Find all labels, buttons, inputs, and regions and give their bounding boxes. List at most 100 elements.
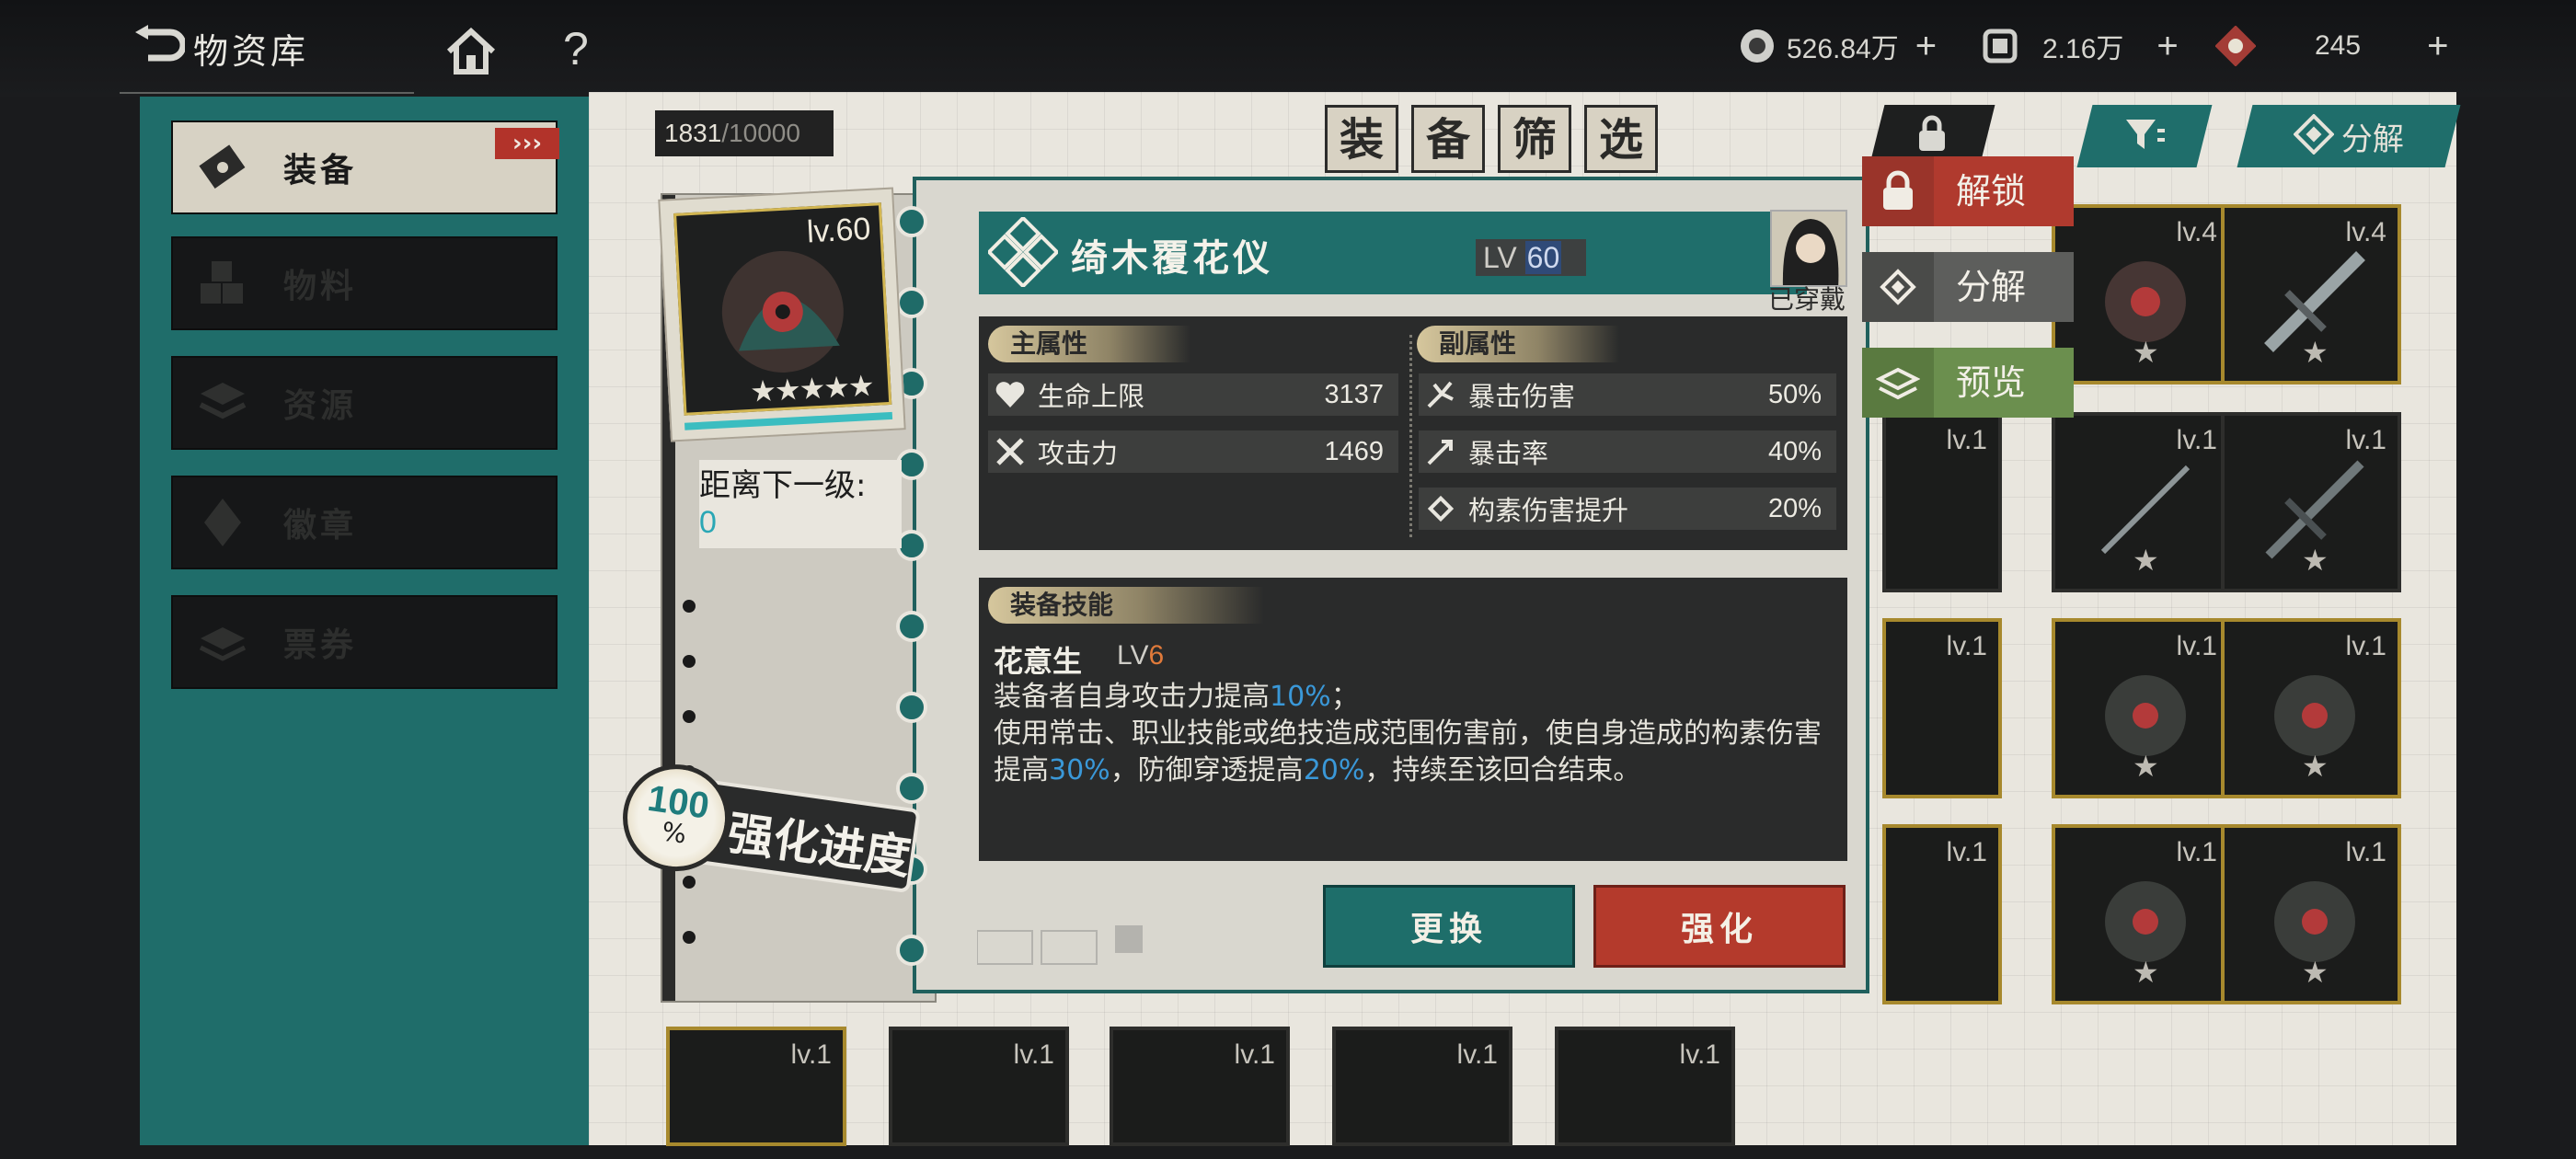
card-level: lv.1 [1013,1039,1054,1070]
help-button[interactable]: ? [563,22,589,75]
sub-attr-row: 暴击率 40% [1419,430,1836,473]
attr-name: 暴击率 [1468,438,1549,469]
sub-attr-row: 构素伤害提升 20% [1419,488,1836,530]
crystal-icon [2215,26,2256,66]
equipment-card[interactable]: lv.1 [1882,412,2002,592]
skill-description: 装备者自身攻击力提高10%； 使用常击、职业技能或绝技造成范围伤害前，使自身造成… [994,679,1840,789]
sidebar-item-label: 徽章 [283,506,358,545]
sidebar-item-materials[interactable]: 物料 [171,236,558,330]
set-emblem-icon [986,215,1060,289]
attr-value: 1469 [1324,436,1384,466]
skill-section-title: 装备技能 [988,587,1264,624]
star-icon: ★ [2302,955,2329,990]
level-prefix: LV [1483,241,1517,274]
equipment-card[interactable]: lv.1 ★ [2052,412,2232,592]
sidebar-item-resources[interactable]: 资源 [171,356,558,450]
active-arrow: ››› [495,128,559,159]
equipment-card[interactable]: lv.1 [1110,1027,1290,1146]
equipment-card[interactable]: lv.1 [1882,618,2002,798]
card-level: lv.1 [2345,631,2386,661]
resource-material: 2.16万 + [1980,20,2179,72]
badge-icon [186,486,259,559]
equipment-card[interactable]: lv.4 ★ [2221,204,2401,384]
paper-stamp-decoration [976,912,1253,968]
sidebar-item-label: 票券 [283,625,358,664]
resource-coin: 526.84万 + [1737,20,1937,72]
title-underline [120,92,414,94]
equipment-detail-panel: 绮木覆花仪 LV 60 已穿戴 主属性 副属性 生命上限 3137 攻击力 14… [896,177,1869,993]
binder-ring [896,692,927,723]
equipment-card[interactable]: lv.1 [889,1027,1069,1146]
equipment-card[interactable]: lv.1 ★ [2052,618,2232,798]
desc-text: ，防御穿透提高 [1110,754,1304,786]
preview-button[interactable]: 预览 [1862,348,2074,418]
card-level: lv.1 [1234,1039,1275,1070]
skill-panel: 装备技能 花意生 LV6 装备者自身攻击力提高10%； 使用常击、职业技能或绝技… [979,578,1847,861]
equipment-card[interactable]: lv.1 ★ [2221,824,2401,1004]
equipment-card[interactable]: lv.1 [1555,1027,1735,1146]
equipment-card[interactable]: lv.1 [666,1027,846,1146]
filter-char: 装 [1325,105,1398,173]
main-attr-row: 攻击力 1469 [988,430,1398,473]
swap-button[interactable]: 更换 [1323,885,1575,968]
tab-decompose[interactable]: 分解 [2237,105,2461,167]
sidebar-item-tickets[interactable]: 票券 [171,595,558,689]
sidebar-item-label: 物料 [283,267,358,305]
unlock-button[interactable]: 解锁 [1862,156,2074,226]
filter-char: 备 [1411,105,1485,173]
desc-value: 30% [1049,754,1110,786]
main-attr-title: 主属性 [988,326,1190,362]
binder-hole [683,931,696,944]
tab-filter[interactable] [2076,105,2213,167]
sidebar: 装备 ››› 物料 资源 徽章 票券 [140,97,589,1145]
equipment-card[interactable]: lv.1 [1882,824,2002,1004]
equipment-card[interactable]: lv.1 ★ [2221,412,2401,592]
back-button[interactable]: 物资库 [129,20,478,75]
add-coin-button[interactable]: + [1915,26,1937,67]
home-button[interactable] [445,27,500,79]
equipment-card[interactable]: lv.1 ★ [2052,824,2232,1004]
lock-icon [1862,156,1934,226]
resource-crystal: 245 + [2215,20,2448,72]
equipment-icon [186,131,259,204]
star-icon: ★ [2133,543,2159,578]
sidebar-item-badges[interactable]: 徽章 [171,476,558,569]
next-level-value: 0 [699,505,717,540]
skill-level: LV6 [1117,640,1164,671]
enhance-button[interactable]: 强化 [1593,885,1846,968]
rarity-stars: ★★★★★ [749,367,874,409]
portrait-level: lv.60 [806,211,872,250]
equipped-label: 已穿戴 [1768,284,1846,315]
add-crystal-button[interactable]: + [2427,26,2448,67]
equipment-card[interactable]: lv.1 ★ [2221,618,2401,798]
next-level-label: 距离下一级: [699,467,867,504]
crit-rate-icon [1422,433,1459,470]
page-title: 物资库 [193,30,310,72]
star-icon: ★ [2133,749,2159,784]
card-level: lv.4 [2345,217,2386,247]
item-level: LV 60 [1476,239,1586,276]
decompose-button[interactable]: 分解 [1862,252,2074,322]
equipment-portrait-card: lv.60 ★★★★★ [658,187,906,442]
sidebar-item-equipment[interactable]: 装备 ››› [171,120,559,214]
card-level: lv.1 [2176,631,2217,661]
equipment-filter-title[interactable]: 装 备 筛 选 [1325,105,1658,173]
add-material-button[interactable]: + [2156,26,2178,67]
equipment-card[interactable]: lv.4 ★ [2052,204,2232,384]
element-damage-icon [1422,490,1459,527]
card-level: lv.1 [790,1039,832,1070]
back-arrow-icon [129,22,188,74]
tab-label: 分解 [2341,120,2404,158]
star-icon: ★ [2302,335,2329,370]
next-level-info: 距离下一级: 0 [699,460,902,548]
card-level: lv.1 [2176,837,2217,867]
card-level: lv.1 [2345,837,2386,867]
equipment-card[interactable]: lv.1 [1332,1027,1512,1146]
attr-value: 3137 [1324,379,1384,409]
attr-divider [1409,335,1412,537]
binder-ring [896,935,927,966]
sidebar-item-label: 装备 [283,151,358,189]
card-level: lv.1 [2345,425,2386,455]
item-header: 绮木覆花仪 LV 60 [979,212,1807,294]
equipped-character-avatar[interactable] [1770,210,1847,287]
